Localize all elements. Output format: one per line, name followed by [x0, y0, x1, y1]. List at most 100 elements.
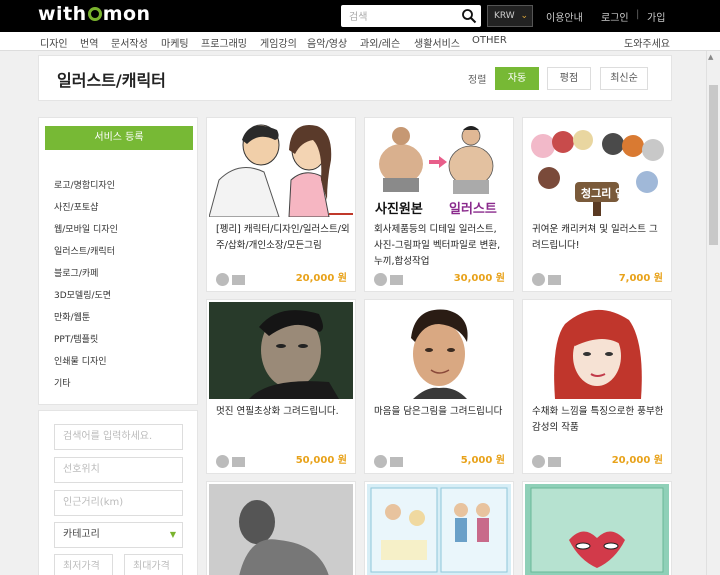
sidebar-item-3d[interactable]: 3D모델링/도면 — [54, 289, 118, 311]
sidebar-item-logo[interactable]: 로고/명함디자인 — [54, 179, 118, 201]
listing-thumbnail[interactable] — [209, 484, 353, 575]
listing-price: 30,000 원 — [453, 273, 505, 284]
listing-title[interactable]: 멋진 연필초상화 그려드립니다. — [216, 404, 350, 420]
after-label: 일러스트 — [449, 201, 497, 217]
listing-card[interactable] — [364, 481, 514, 575]
mail-icon[interactable] — [390, 274, 403, 285]
listing-thumbnail[interactable] — [209, 302, 353, 399]
listing-thumbnail[interactable] — [209, 120, 353, 217]
scroll-up-arrow-icon[interactable]: ▲ — [708, 53, 713, 61]
sidebar-item-illustration[interactable]: 일러스트/캐릭터 — [54, 245, 118, 267]
sort-auto-button[interactable]: 자동 — [495, 67, 539, 90]
sidebar-menu: 로고/명함디자인 사진/포토샵 웹/모바일 디자인 일러스트/캐릭터 블로그/카… — [54, 179, 118, 399]
phone-icon[interactable] — [532, 273, 545, 286]
search-input[interactable] — [341, 6, 453, 29]
link-separator: | — [636, 9, 640, 20]
listing-thumbnail[interactable] — [367, 484, 511, 575]
app-banner-text: 청그리 앱 — [581, 186, 625, 200]
listing-price: 20,000 원 — [295, 273, 347, 284]
sort-label: 정렬 — [468, 75, 487, 86]
nav-item-marketing[interactable]: 마케팅 — [161, 35, 189, 50]
nav-item-tutoring[interactable]: 과외/레슨 — [360, 35, 400, 50]
title-panel: 일러스트/캐릭터 정렬 자동 평점 최신순 — [38, 55, 672, 101]
phone-icon[interactable] — [216, 455, 229, 468]
sidebar-item-comics[interactable]: 만화/웹툰 — [54, 311, 118, 333]
scrollbar-thumb[interactable] — [709, 85, 718, 245]
register-service-button[interactable]: 서비스 등록 — [45, 126, 193, 150]
nav-item-help[interactable]: 도와주세요 — [624, 35, 670, 50]
contact-icons — [216, 451, 245, 470]
listing-title[interactable]: 마음을 담은그림을 그려드립니다 — [374, 404, 508, 420]
sort-latest-button[interactable]: 최신순 — [600, 67, 648, 90]
mail-icon[interactable] — [548, 456, 561, 467]
dropdown-arrow-icon: ▼ — [169, 530, 176, 539]
before-label: 사진원본 — [375, 201, 423, 217]
phone-icon[interactable] — [532, 455, 545, 468]
listing-card[interactable]: 멋진 연필초상화 그려드립니다. 50,000 원 — [206, 299, 356, 474]
nav-item-design[interactable]: 디자인 — [40, 35, 68, 50]
phone-icon[interactable] — [374, 455, 387, 468]
contact-icons — [532, 269, 561, 288]
listing-title[interactable]: 회사제품등의 디테일 일러스트, 사진-그림파일 벡터파일로 변환,누끼,합성작… — [374, 222, 508, 270]
currency-select[interactable]: KRW ⌄ — [487, 5, 533, 27]
sidebar-item-photo[interactable]: 사진/포토샵 — [54, 201, 118, 223]
listing-title[interactable]: 귀여운 캐리커쳐 및 일러스트 그려드립니다! — [532, 222, 666, 254]
distance-field[interactable]: 인근거리(km) — [54, 490, 183, 516]
listing-thumbnail[interactable]: 사진원본 일러스트 — [367, 120, 511, 217]
nav-item-programming[interactable]: 프로그래밍 — [201, 35, 247, 50]
nav-item-music-video[interactable]: 음악/영상 — [307, 35, 347, 50]
category-select[interactable]: 카테고리 ▼ — [54, 522, 183, 548]
location-field[interactable]: 선호위치 — [54, 457, 183, 483]
login-link[interactable]: 로그인 — [601, 9, 629, 24]
listing-title[interactable]: [펭리] 캐릭터/디자인/일러스트/외주/삽화/개인소장/모든그림 — [216, 222, 350, 254]
listing-thumbnail[interactable]: 청그리 앱 — [525, 120, 669, 217]
mail-icon[interactable] — [232, 456, 245, 467]
nav-item-other[interactable]: OTHER — [472, 35, 507, 46]
listing-price: 7,000 원 — [618, 273, 663, 284]
listing-card[interactable]: 수채화 느낌을 특징으로한 풍부한 감성의 작품 20,000 원 — [522, 299, 672, 474]
chevron-down-icon: ⌄ — [520, 11, 528, 21]
listing-thumbnail[interactable] — [525, 484, 669, 575]
listing-thumbnail[interactable] — [367, 302, 511, 399]
contact-icons — [374, 451, 403, 470]
contact-icons — [216, 269, 245, 288]
currency-value: KRW — [494, 11, 515, 21]
listing-thumbnail[interactable] — [525, 302, 669, 399]
sort-rating-button[interactable]: 평점 — [547, 67, 591, 90]
signup-link[interactable]: 가입 — [647, 9, 665, 24]
mail-icon[interactable] — [548, 274, 561, 285]
nav-item-translation[interactable]: 번역 — [80, 35, 98, 50]
search-box — [341, 5, 481, 29]
listing-card[interactable]: [펭리] 캐릭터/디자인/일러스트/외주/삽화/개인소장/모든그림 20,000… — [206, 117, 356, 292]
category-select-value: 카테고리 — [63, 529, 100, 540]
nav-item-game-lecture[interactable]: 게임강의 — [260, 35, 297, 50]
sidebar-item-etc[interactable]: 기타 — [54, 377, 118, 399]
search-icon[interactable] — [461, 8, 477, 24]
listing-card[interactable] — [522, 481, 672, 575]
sidebar-item-blog[interactable]: 블로그/카페 — [54, 267, 118, 289]
nav-item-life-service[interactable]: 생활서비스 — [414, 35, 460, 50]
listing-card[interactable]: 청그리 앱 귀여운 캐리커쳐 및 일러스트 그려드립니다! 7,000 원 — [522, 117, 672, 292]
nav-item-writing[interactable]: 문서작성 — [111, 35, 148, 50]
mail-icon[interactable] — [390, 456, 403, 467]
sidebar-item-web-mobile[interactable]: 웹/모바일 디자인 — [54, 223, 118, 245]
logo-rest: on — [123, 3, 151, 25]
max-price-field[interactable]: 최대가격 — [124, 554, 183, 575]
min-price-field[interactable]: 최저가격 — [54, 554, 113, 575]
listing-price: 50,000 원 — [295, 455, 347, 466]
listing-title[interactable]: 수채화 느낌을 특징으로한 풍부한 감성의 작품 — [532, 404, 666, 436]
sidebar-item-print[interactable]: 인쇄물 디자인 — [54, 355, 118, 377]
withmon-logo[interactable]: with mon — [38, 3, 151, 25]
mail-icon[interactable] — [232, 274, 245, 285]
sidebar-item-ppt[interactable]: PPT/템플릿 — [54, 333, 118, 355]
guide-link[interactable]: 이용안내 — [546, 9, 583, 24]
sidebar-categories: 서비스 등록 로고/명함디자인 사진/포토샵 웹/모바일 디자인 일러스트/캐릭… — [38, 117, 198, 405]
phone-icon[interactable] — [374, 273, 387, 286]
contact-icons — [374, 269, 403, 288]
keyword-field[interactable]: 검색어를 입력하세요. — [54, 424, 183, 450]
phone-icon[interactable] — [216, 273, 229, 286]
listing-card[interactable]: 사진원본 일러스트 회사제품등의 디테일 일러스트, 사진-그림파일 벡터파일로… — [364, 117, 514, 292]
page-title: 일러스트/캐릭터 — [57, 71, 166, 90]
listing-card[interactable]: 마음을 담은그림을 그려드립니다 5,000 원 — [364, 299, 514, 474]
listing-card[interactable] — [206, 481, 356, 575]
